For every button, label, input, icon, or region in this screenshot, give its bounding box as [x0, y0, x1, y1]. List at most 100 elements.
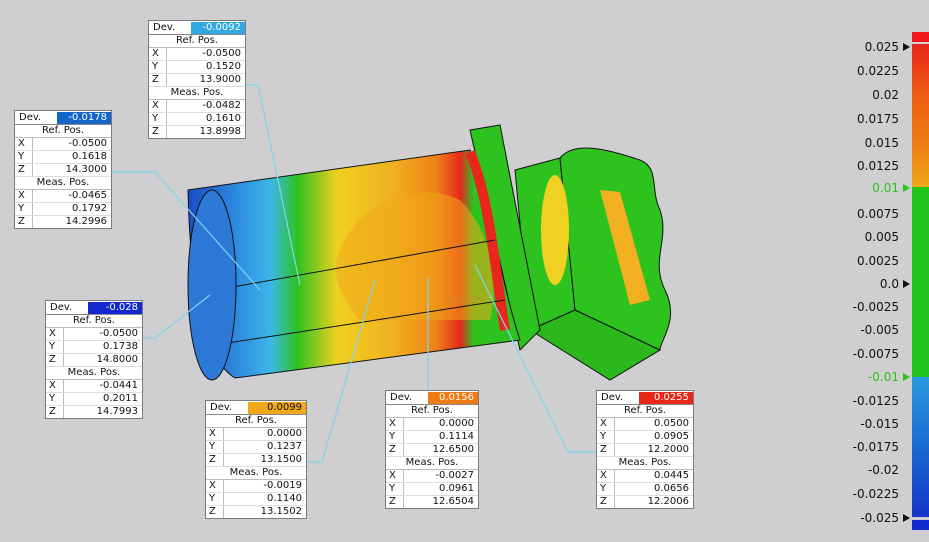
scale-tick: -0.0125 — [852, 394, 899, 408]
scale-tick-lower-tol: -0.01 — [867, 370, 899, 384]
axis-y: Y — [206, 441, 224, 453]
dev-label: Dev. — [390, 392, 413, 403]
meas-z: 14.7993 — [96, 406, 138, 417]
scale-tick: 0.0175 — [857, 112, 899, 126]
ref-pos-heading: Ref. Pos. — [386, 405, 478, 418]
axis-z: Z — [46, 406, 64, 418]
axis-z: Z — [15, 164, 33, 176]
ref-z: 12.6500 — [432, 444, 474, 455]
ref-y: 0.1237 — [267, 441, 302, 452]
meas-pos-heading: Meas. Pos. — [206, 467, 306, 480]
meas-pos-heading: Meas. Pos. — [597, 457, 693, 470]
axis-x: X — [46, 328, 64, 340]
3d-viewport[interactable]: BAKKEN Dev. -0.0092 Ref. Pos. X -0.0500 Y 0… — [0, 0, 929, 542]
axis-x: X — [149, 48, 167, 60]
deviation-callout-1[interactable]: Dev. -0.0092 Ref. Pos. X -0.0500 Y 0.1520 Z… — [148, 20, 246, 139]
meas-z: 12.6504 — [432, 496, 474, 507]
scale-tick: -0.0075 — [852, 347, 899, 361]
axis-y: Y — [206, 493, 224, 505]
axis-x: X — [15, 190, 33, 202]
meas-z: 12.2006 — [647, 496, 689, 507]
meas-y: 0.2011 — [103, 393, 138, 404]
axis-z: Z — [386, 444, 404, 456]
scale-tick: -0.02 — [867, 463, 899, 477]
meas-z: 14.2996 — [65, 216, 107, 227]
axis-z: Z — [597, 496, 615, 508]
dev-label: Dev. — [19, 112, 42, 123]
scale-band-positive — [912, 44, 929, 187]
watermark-text: BAKKEN — [447, 296, 484, 306]
deviation-callout-4[interactable]: Dev. 0.0099 Ref. Pos. X 0.0000 Y 0.1237 Z 13… — [205, 400, 307, 519]
ref-pos-heading: Ref. Pos. — [149, 35, 245, 48]
scale-tick: 0.0075 — [857, 207, 899, 221]
axis-x: X — [597, 418, 615, 430]
ref-pos-heading: Ref. Pos. — [15, 125, 111, 138]
axis-x: X — [206, 480, 224, 492]
ref-z: 14.3000 — [65, 164, 107, 175]
meas-y: 0.1610 — [206, 113, 241, 124]
axis-x: X — [386, 470, 404, 482]
max-marker-icon[interactable] — [903, 43, 910, 51]
scale-tick: 0.02 — [872, 88, 899, 102]
meas-x: -0.0482 — [202, 100, 241, 111]
meas-pos-heading: Meas. Pos. — [15, 177, 111, 190]
min-marker-icon[interactable] — [903, 514, 910, 522]
axis-x: X — [15, 138, 33, 150]
scale-tick: -0.025 — [860, 511, 899, 525]
scale-band — [912, 32, 929, 42]
ref-x: 0.0000 — [439, 418, 474, 429]
dev-value: 0.0099 — [248, 401, 306, 414]
deviation-callout-3[interactable]: Dev. -0.028 Ref. Pos. X -0.0500 Y 0.1738 Z 1… — [45, 300, 143, 419]
lower-tolerance-marker-icon[interactable] — [903, 373, 910, 381]
dev-value: 0.0255 — [639, 391, 693, 404]
axis-z: Z — [15, 216, 33, 228]
meas-z: 13.1502 — [260, 506, 302, 517]
deviation-callout-2[interactable]: Dev. -0.0178 Ref. Pos. X -0.0500 Y 0.1618 Z… — [14, 110, 112, 229]
ref-y: 0.1618 — [72, 151, 107, 162]
scale-tick: -0.005 — [860, 323, 899, 337]
scale-band-tolerance — [912, 187, 929, 377]
upper-tolerance-marker-icon[interactable] — [903, 184, 910, 192]
meas-y: 0.1792 — [72, 203, 107, 214]
dev-value: 0.0156 — [428, 391, 478, 404]
axis-y: Y — [386, 483, 404, 495]
ref-x: -0.0500 — [202, 48, 241, 59]
scale-tick: -0.0175 — [852, 440, 899, 454]
scale-tick: 0.0125 — [857, 159, 899, 173]
scale-tick: 0.025 — [864, 40, 899, 54]
axis-z: Z — [206, 454, 224, 466]
meas-pos-heading: Meas. Pos. — [46, 367, 142, 380]
dev-label: Dev. — [601, 392, 624, 403]
ref-y: 0.1738 — [103, 341, 138, 352]
ref-y: 0.1520 — [206, 61, 241, 72]
axis-z: Z — [386, 496, 404, 508]
meas-pos-heading: Meas. Pos. — [149, 87, 245, 100]
ref-pos-heading: Ref. Pos. — [206, 415, 306, 428]
dev-label: Dev. — [50, 302, 73, 313]
scale-tick-upper-tol: 0.01 — [872, 181, 899, 195]
axis-y: Y — [46, 393, 64, 405]
deviation-callout-5[interactable]: Dev. 0.0156 Ref. Pos. X 0.0000 Y 0.1114 Z 12… — [385, 390, 479, 509]
meas-x: -0.0465 — [68, 190, 107, 201]
meas-pos-heading: Meas. Pos. — [386, 457, 478, 470]
dev-value: -0.028 — [88, 301, 142, 314]
meas-y: 0.0656 — [654, 483, 689, 494]
scale-tick: 0.005 — [864, 230, 899, 244]
deviation-callout-6[interactable]: Dev. 0.0255 Ref. Pos. X 0.0500 Y 0.0905 Z 12… — [596, 390, 694, 509]
scale-tick: -0.015 — [860, 417, 899, 431]
meas-x: -0.0019 — [263, 480, 302, 491]
axis-y: Y — [15, 151, 33, 163]
axis-y: Y — [15, 203, 33, 215]
axis-z: Z — [206, 506, 224, 518]
root-yellow-spot — [541, 175, 569, 285]
meas-x: -0.0027 — [435, 470, 474, 481]
ref-x: 0.0500 — [654, 418, 689, 429]
ref-z: 13.1500 — [260, 454, 302, 465]
meas-z: 13.8998 — [199, 126, 241, 137]
ref-x: -0.0500 — [99, 328, 138, 339]
ref-x: -0.0500 — [68, 138, 107, 149]
zero-marker-icon[interactable] — [903, 280, 910, 288]
ref-pos-heading: Ref. Pos. — [597, 405, 693, 418]
scale-tick: -0.0225 — [852, 487, 899, 501]
scale-tick: 0.0 — [879, 277, 899, 291]
